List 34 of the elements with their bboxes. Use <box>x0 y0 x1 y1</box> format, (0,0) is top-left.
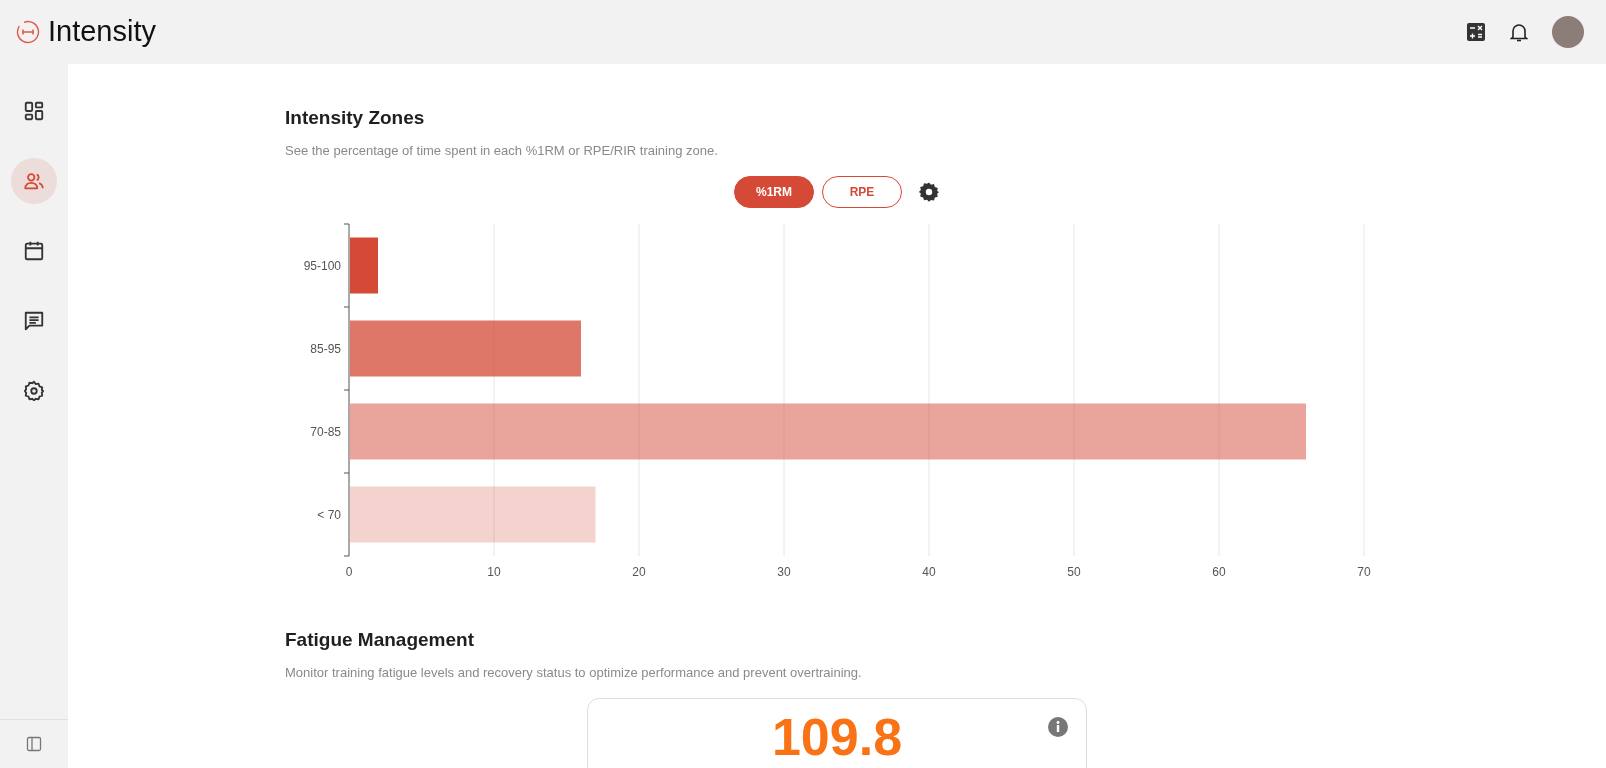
x-tick-label: 40 <box>922 565 936 578</box>
settings-icon[interactable] <box>918 181 940 203</box>
logo-icon <box>16 20 40 44</box>
info-icon[interactable] <box>1048 717 1068 737</box>
user-avatar[interactable] <box>1552 16 1584 48</box>
section-title: Fatigue Management <box>285 628 475 652</box>
section-subtitle: Monitor training fatigue levels and recovery status to optimize performance and prevent overtraining. <box>285 663 863 682</box>
x-tick-label: 20 <box>632 565 646 578</box>
app-title: Intensity <box>48 14 156 50</box>
calculator-icon[interactable] <box>1466 22 1486 42</box>
chat-icon <box>23 310 45 332</box>
users-icon <box>23 170 45 192</box>
users-nav-button[interactable] <box>11 158 57 204</box>
y-category-label: < 70 <box>317 507 341 522</box>
dashboard-icon <box>23 100 45 122</box>
x-tick-label: 0 <box>345 565 353 578</box>
x-tick-label: 10 <box>487 565 501 578</box>
x-tick-label: 30 <box>777 565 791 578</box>
x-tick-label: 50 <box>1067 565 1081 578</box>
y-category-label: 95-100 <box>303 258 341 273</box>
sidebar-toggle-icon[interactable] <box>26 736 42 752</box>
section-subtitle: See the percentage of time spent in each %1RM or RPE/RIR training zone. <box>285 141 719 160</box>
y-category-label: 70-85 <box>310 424 341 439</box>
section-title: Intensity Zones <box>285 106 426 130</box>
bar <box>350 237 378 294</box>
x-tick-label: 60 <box>1212 565 1226 578</box>
y-category-label: 85-95 <box>310 341 341 356</box>
calendar-icon <box>23 240 45 262</box>
fatigue-score: 109.8 <box>771 711 903 763</box>
zone-mode-toggle[interactable]: %1RM <box>734 176 814 208</box>
bell-icon[interactable] <box>1510 22 1528 42</box>
zone-mode-toggle[interactable]: RPE <box>822 176 902 208</box>
settings-icon <box>23 380 45 402</box>
x-tick-label: 70 <box>1357 565 1371 578</box>
